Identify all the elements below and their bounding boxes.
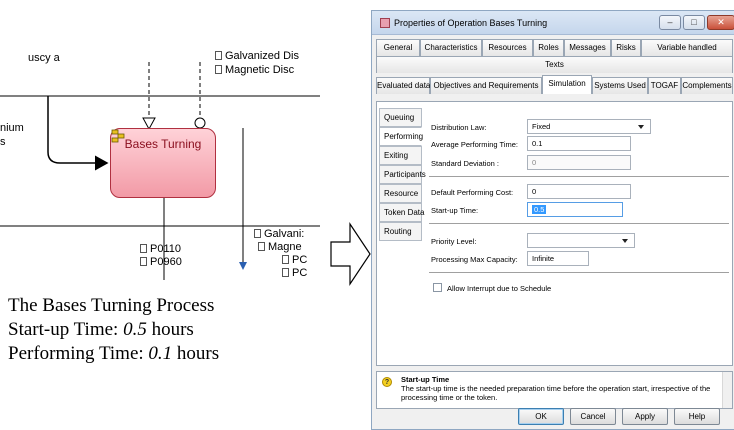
diagram-item: Magnetic Disc xyxy=(215,64,294,76)
document-icon xyxy=(215,51,222,60)
document-icon xyxy=(140,244,147,253)
avg-performing-time-label: Average Performing Time: xyxy=(431,140,518,149)
diagram-item: PC xyxy=(282,267,307,279)
diagram-item: Galvani: xyxy=(254,228,304,240)
circle-connector xyxy=(194,117,206,129)
process-diagram: uscy a Galvanized Dis Magnetic Disc nium… xyxy=(0,0,320,280)
blue-marker xyxy=(239,262,247,270)
std-deviation-label: Standard Deviation : xyxy=(431,159,499,168)
properties-dialog: Properties of Operation Bases Turning – … xyxy=(371,10,734,430)
allow-interrupt-checkbox[interactable] xyxy=(433,283,442,292)
max-capacity-field[interactable]: Infinite xyxy=(527,251,589,266)
lightbulb-icon: ? xyxy=(382,377,392,387)
tab-simulation[interactable]: Simulation xyxy=(542,75,592,94)
apply-button[interactable]: Apply xyxy=(622,408,668,425)
maximize-button[interactable]: □ xyxy=(683,15,705,30)
avg-performing-time-field[interactable]: 0.1 xyxy=(527,136,631,151)
task-bases-turning[interactable]: Bases Turning xyxy=(110,128,216,198)
dialog-title: Properties of Operation Bases Turning xyxy=(394,18,548,28)
priority-level-label: Priority Level: xyxy=(431,237,477,246)
help-button[interactable]: Help xyxy=(674,408,720,425)
tab-row-1: General Characteristics Resources Roles … xyxy=(376,39,733,56)
document-icon xyxy=(258,242,265,251)
allow-interrupt-label: Allow Interrupt due to Schedule xyxy=(447,284,552,293)
max-capacity-label: Processing Max Capacity: xyxy=(431,255,518,264)
help-title: Start-up Time xyxy=(401,375,450,384)
side-tab-queuing[interactable]: Queuing xyxy=(379,108,422,127)
right-arrow-icon xyxy=(330,222,371,286)
tab-row-3: Evaluated data Objectives and Requiremen… xyxy=(376,75,733,94)
tab-general[interactable]: General xyxy=(376,39,420,56)
separator xyxy=(429,272,729,273)
simulation-panel: Queuing Performing Exiting Participants … xyxy=(376,101,733,366)
caption: The Bases Turning Process Start-up Time:… xyxy=(8,294,219,366)
minimize-button[interactable]: – xyxy=(659,15,681,30)
dialog-app-icon xyxy=(380,18,390,28)
diagram-item: P0110 xyxy=(140,243,181,255)
startup-time-field[interactable]: 0.5 xyxy=(527,202,623,217)
tab-risks[interactable]: Risks xyxy=(611,39,641,56)
separator xyxy=(429,176,729,177)
side-tab-routing[interactable]: Routing xyxy=(379,222,422,241)
std-deviation-field[interactable]: 0 xyxy=(527,155,631,170)
task-label: Bases Turning xyxy=(124,137,202,151)
side-tab-exiting[interactable]: Exiting xyxy=(379,146,422,165)
tab-togaf[interactable]: TOGAF xyxy=(648,77,681,94)
help-panel: ? Start-up Time The start-up time is the… xyxy=(376,371,733,409)
tab-variable-handled[interactable]: Variable handled xyxy=(641,39,733,56)
diagram-item: Galvanized Dis xyxy=(215,50,299,62)
tab-complements[interactable]: Complements xyxy=(681,77,733,94)
side-tab-participants[interactable]: Participants xyxy=(379,165,426,184)
diagram-fragment-top-left: uscy a xyxy=(28,52,60,64)
document-icon xyxy=(282,255,289,264)
side-tab-resource[interactable]: Resource xyxy=(379,184,422,203)
diagram-fragment-left: s xyxy=(0,136,6,148)
document-icon xyxy=(282,268,289,277)
startup-time-label: Start-up Time: xyxy=(431,206,479,215)
tab-objectives[interactable]: Objectives and Requirements xyxy=(430,77,542,94)
diagram-item: PC xyxy=(282,254,307,266)
diagram-item: Magne xyxy=(258,241,302,253)
distribution-law-label: Distribution Law: xyxy=(431,123,487,132)
tab-systems-used[interactable]: Systems Used xyxy=(592,77,648,94)
tab-texts[interactable]: Texts xyxy=(376,56,733,73)
document-icon xyxy=(140,257,147,266)
separator xyxy=(429,223,729,224)
operation-icon xyxy=(111,129,125,143)
document-icon xyxy=(215,65,222,74)
diagram-item: P0960 xyxy=(140,256,182,268)
tab-roles[interactable]: Roles xyxy=(533,39,564,56)
priority-level-select[interactable] xyxy=(527,233,635,248)
caption-line-title: The Bases Turning Process xyxy=(8,295,215,316)
help-scrollbar[interactable] xyxy=(722,372,732,408)
close-button[interactable]: ✕ xyxy=(707,15,734,30)
ok-button[interactable]: OK xyxy=(518,408,564,425)
tab-resources[interactable]: Resources xyxy=(482,39,533,56)
document-icon xyxy=(254,229,261,238)
solid-flow-in xyxy=(47,96,109,171)
dialog-titlebar[interactable]: Properties of Operation Bases Turning – … xyxy=(372,11,734,35)
help-body: The start-up time is the needed preparat… xyxy=(401,384,711,402)
distribution-law-select[interactable]: Fixed xyxy=(527,119,651,134)
tab-row-2: Texts xyxy=(376,56,733,73)
default-cost-field[interactable]: 0 xyxy=(527,184,631,199)
cancel-button[interactable]: Cancel xyxy=(570,408,616,425)
caption-line-startup: Start-up Time: 0.5 hours xyxy=(8,319,194,340)
side-tab-performing[interactable]: Performing xyxy=(379,127,423,146)
tab-messages[interactable]: Messages xyxy=(564,39,611,56)
default-cost-label: Default Performing Cost: xyxy=(431,188,514,197)
tab-evaluated-data[interactable]: Evaluated data xyxy=(376,77,430,94)
caption-line-performing: Performing Time: 0.1 hours xyxy=(8,343,220,364)
diagram-fragment-left: nium xyxy=(0,122,24,134)
chevron-down-icon xyxy=(638,125,644,129)
tab-characteristics[interactable]: Characteristics xyxy=(420,39,482,56)
chevron-down-icon xyxy=(622,239,628,243)
side-tab-token-data[interactable]: Token Data xyxy=(379,203,424,222)
